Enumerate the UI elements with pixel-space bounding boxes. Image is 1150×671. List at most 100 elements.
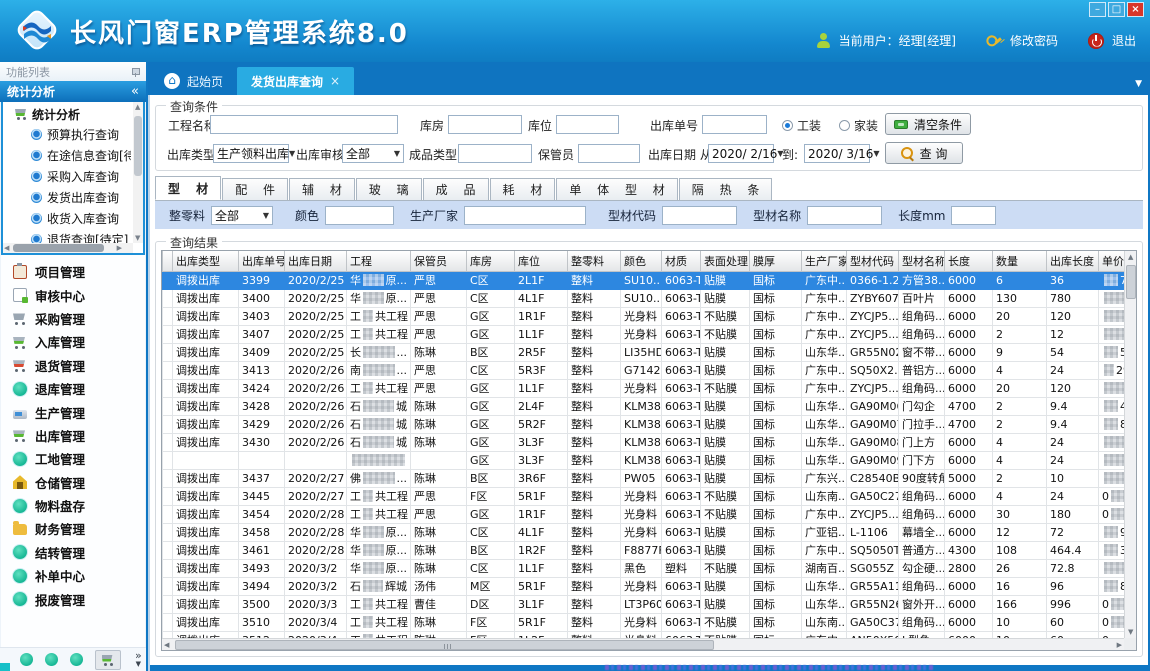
column-header-6[interactable]: 库位 (515, 251, 568, 271)
sidebar-menu-item-6[interactable]: 生产管理 (1, 400, 145, 423)
column-header-10[interactable]: 表面处理 (701, 251, 750, 271)
material-tab-2[interactable]: 辅 材 (289, 178, 355, 200)
column-header-9[interactable]: 材质 (662, 251, 701, 271)
sidebar-menu-item-13[interactable]: 补单中心 (1, 564, 145, 587)
column-header-12[interactable]: 生产厂家 (802, 251, 847, 271)
material-tab-3[interactable]: 玻 璃 (356, 178, 422, 200)
column-header-7[interactable]: 整零料 (568, 251, 621, 271)
grid-horizontal-scrollbar[interactable]: ◀ ▶ (162, 638, 1124, 650)
sidebar-menu-item-14[interactable]: 报废管理 (1, 587, 145, 610)
module-cart-button[interactable] (95, 650, 121, 670)
tree-item-4[interactable]: 收货入库查询 (5, 208, 131, 229)
tree-root-statistics[interactable]: 统计分析 (5, 104, 131, 124)
order-no-input[interactable] (702, 115, 767, 134)
table-row[interactable]: 调拨出库34302020/2/26石城陈琳G区3L3F整料KLM38176063… (163, 433, 1125, 451)
table-row[interactable]: 调拨出库35002020/3/3工共工程曹佳D区3L1F整料LT3P606063… (163, 595, 1125, 613)
location-input[interactable] (556, 115, 619, 134)
material-tab-5[interactable]: 耗 材 (490, 178, 556, 200)
out-type-combo[interactable]: 生产领料出库▼ (213, 144, 289, 163)
row-selector[interactable] (163, 595, 173, 613)
search-button[interactable]: 查 询 (885, 142, 963, 164)
table-row[interactable]: 调拨出库34002020/2/25华原...严思C区4L1F整料SU10...6… (163, 289, 1125, 307)
table-row[interactable]: 调拨出库34372020/2/27佛...陈琳B区3R6F整料PW056063-… (163, 469, 1125, 487)
sidebar-menu-item-1[interactable]: 审核中心 (1, 283, 145, 306)
radio-jiazhuang[interactable]: 家装 (839, 115, 878, 135)
row-selector[interactable] (163, 577, 173, 595)
table-row[interactable]: 调拨出库34282020/2/26石城陈琳G区2L4F整料KLM38176063… (163, 397, 1125, 415)
factory-input[interactable] (464, 206, 586, 225)
row-selector[interactable] (163, 451, 173, 469)
radio-gongzhuang[interactable]: 工装 (782, 115, 821, 135)
whole-part-combo[interactable]: 全部▼ (211, 206, 273, 225)
grid-vertical-scrollbar[interactable]: ▲ ▼ (1124, 251, 1136, 638)
column-header-2[interactable]: 出库日期 (285, 251, 347, 271)
tree-vertical-scrollbar[interactable]: ▲ ▼ (133, 102, 143, 243)
column-header-17[interactable]: 出库长度 (1047, 251, 1099, 271)
column-header-8[interactable]: 颜色 (621, 251, 662, 271)
tree-item-2[interactable]: 采购入库查询 (5, 166, 131, 187)
audit-combo[interactable]: 全部▼ (342, 144, 404, 163)
row-selector[interactable] (163, 505, 173, 523)
logout-link[interactable]: 退出 (1112, 32, 1136, 49)
table-row[interactable]: 调拨出库34032020/2/25工共工程严思G区1R1F整料光身料6063-T… (163, 307, 1125, 325)
row-selector[interactable] (163, 487, 173, 505)
table-row[interactable]: 调拨出库34132020/2/26南...严思C区5R3F整料G71422606… (163, 361, 1125, 379)
sidebar-menu-item-10[interactable]: 物料盘存 (1, 494, 145, 517)
column-header-13[interactable]: 型材代码 (847, 251, 899, 271)
table-row[interactable]: 调拨出库34942020/3/2石辉城汤伟M区5R1F整料光身料6063-T5贴… (163, 577, 1125, 595)
product-type-input[interactable] (458, 144, 532, 163)
table-row[interactable]: G区3L3F整料KLM38176063-T5贴膜国标山东华...GA90M09.… (163, 451, 1125, 469)
material-tab-1[interactable]: 配 件 (222, 178, 288, 200)
color-input[interactable] (325, 206, 394, 225)
module-dot-icon[interactable] (70, 653, 83, 666)
sidebar-menu-item-9[interactable]: 仓储管理 (1, 471, 145, 494)
column-header-3[interactable]: 工程 (347, 251, 411, 271)
column-header-0[interactable]: 出库类型 (173, 251, 239, 271)
column-header-4[interactable]: 保管员 (411, 251, 467, 271)
sidebar-menu-item-12[interactable]: 结转管理 (1, 541, 145, 564)
column-header-18[interactable]: 单价 (1099, 251, 1125, 271)
tree-horizontal-scrollbar[interactable]: ◀ ▶ (3, 243, 133, 253)
row-selector[interactable] (163, 631, 173, 638)
tab-close-icon[interactable]: × (330, 74, 340, 88)
date-to-picker[interactable]: 2020/ 3/16▼ (804, 144, 870, 163)
profile-code-input[interactable] (662, 206, 737, 225)
table-row[interactable]: 调拨出库35102020/3/4工共工程陈琳F区5R1F整料光身料6063-T5… (163, 613, 1125, 631)
table-row[interactable]: 调拨出库34542020/2/28工共工程严思G区1R1F整料光身料6063-T… (163, 505, 1125, 523)
collapse-icon[interactable]: « (131, 84, 139, 99)
profile-name-input[interactable] (807, 206, 882, 225)
table-row[interactable]: 调拨出库34932020/3/2华原...陈琳C区1L1F整料黑色塑料不贴膜国标… (163, 559, 1125, 577)
minimize-button[interactable]: – (1089, 2, 1106, 17)
row-selector[interactable] (163, 289, 173, 307)
material-tab-6[interactable]: 单 体 型 材 (556, 178, 677, 200)
row-selector[interactable] (163, 523, 173, 541)
module-dot-icon[interactable] (20, 653, 33, 666)
tab-home[interactable]: ⌂ 起始页 (150, 67, 237, 95)
material-tab-0[interactable]: 型 材 (155, 176, 221, 200)
sidebar-menu-item-3[interactable]: 入库管理 (1, 330, 145, 353)
sidebar-menu-item-8[interactable]: 工地管理 (1, 447, 145, 470)
sidebar-menu-item-5[interactable]: 退库管理 (1, 377, 145, 400)
material-tab-4[interactable]: 成 品 (423, 178, 489, 200)
table-row[interactable]: 调拨出库34072020/2/25工共工程严思G区1L1F整料光身料6063-T… (163, 325, 1125, 343)
project-name-input[interactable] (210, 115, 398, 134)
table-row[interactable]: 调拨出库35122020/3/4工共工程陈琳F区1L2F整料光身料6063-T5… (163, 631, 1125, 638)
row-selector[interactable] (163, 433, 173, 451)
column-header-16[interactable]: 数量 (993, 251, 1047, 271)
keeper-input[interactable] (578, 144, 640, 163)
row-selector[interactable] (163, 469, 173, 487)
change-password-link[interactable]: 修改密码 (1010, 32, 1058, 49)
column-header-5[interactable]: 库房 (467, 251, 515, 271)
row-selector[interactable] (163, 613, 173, 631)
warehouse-input[interactable] (448, 115, 522, 134)
row-selector[interactable] (163, 379, 173, 397)
row-selector[interactable] (163, 397, 173, 415)
table-row[interactable]: 调拨出库34092020/2/25长...陈琳B区2R5F整料LI35HD606… (163, 343, 1125, 361)
maximize-button[interactable]: □ (1108, 2, 1125, 17)
tree-item-0[interactable]: 预算执行查询 (5, 124, 131, 145)
sidebar-menu-item-4[interactable]: 退货管理 (1, 354, 145, 377)
row-selector[interactable] (163, 361, 173, 379)
clear-conditions-button[interactable]: 清空条件 (885, 113, 971, 135)
row-selector[interactable] (163, 325, 173, 343)
table-row[interactable]: 调拨出库34242020/2/26工共工程严思G区1L1F整料光身料6063-T… (163, 379, 1125, 397)
